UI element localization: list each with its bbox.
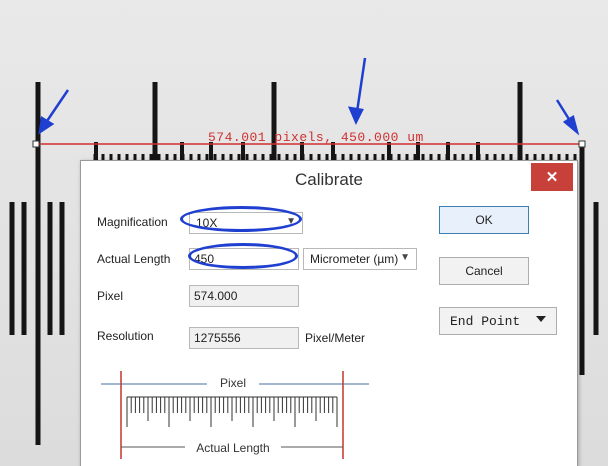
measurement-end-handle[interactable] [578, 140, 586, 148]
pixel-label: Pixel [97, 289, 124, 303]
resolution-value: 1275556 [194, 331, 241, 345]
end-point-label: End Point [450, 313, 521, 329]
pixel-value: 574.000 [194, 289, 238, 303]
measurement-start-handle[interactable] [32, 140, 40, 148]
chevron-down-icon: ▼ [286, 216, 296, 227]
dialog-title: Calibrate [294, 170, 364, 189]
end-point-button[interactable]: End Point [439, 307, 557, 335]
chevron-down-icon: ▼ [400, 252, 410, 263]
microscope-view: 574.001 pixels, 450.000 um Calibrate ✕ M… [0, 0, 608, 466]
magnification-select[interactable]: 10X ▼ [189, 212, 303, 234]
actual-length-label: Actual Length [97, 252, 171, 266]
calibration-diagram: Pixel Actual Length [99, 367, 371, 461]
actual-length-value: 450 [194, 252, 215, 266]
close-button[interactable]: ✕ [531, 163, 573, 191]
resolution-field: 1275556 [189, 327, 299, 349]
calibrate-dialog: Calibrate ✕ Magnification 10X ▼ Actual L… [80, 160, 578, 466]
measurement-readout: 574.001 pixels, 450.000 um [208, 130, 424, 145]
diagram-actual-length-label: Actual Length [196, 441, 269, 455]
magnification-label: Magnification [97, 215, 168, 229]
length-unit-select[interactable]: Micrometer (µm) ▼ [303, 248, 417, 270]
diagram-pixel-label: Pixel [220, 376, 246, 390]
dialog-titlebar[interactable]: Calibrate ✕ [81, 161, 577, 199]
ok-button[interactable]: OK [439, 206, 529, 234]
resolution-unit-label: Pixel/Meter [305, 331, 366, 345]
magnification-value: 10X [196, 216, 218, 230]
resolution-label: Resolution [97, 329, 154, 343]
length-unit-value: Micrometer (µm) [310, 252, 399, 266]
pixel-field: 574.000 [189, 285, 299, 307]
close-icon: ✕ [545, 169, 559, 186]
actual-length-input[interactable]: 450 [189, 248, 299, 270]
dropdown-arrow-icon [536, 316, 546, 322]
cancel-button[interactable]: Cancel [439, 257, 529, 285]
